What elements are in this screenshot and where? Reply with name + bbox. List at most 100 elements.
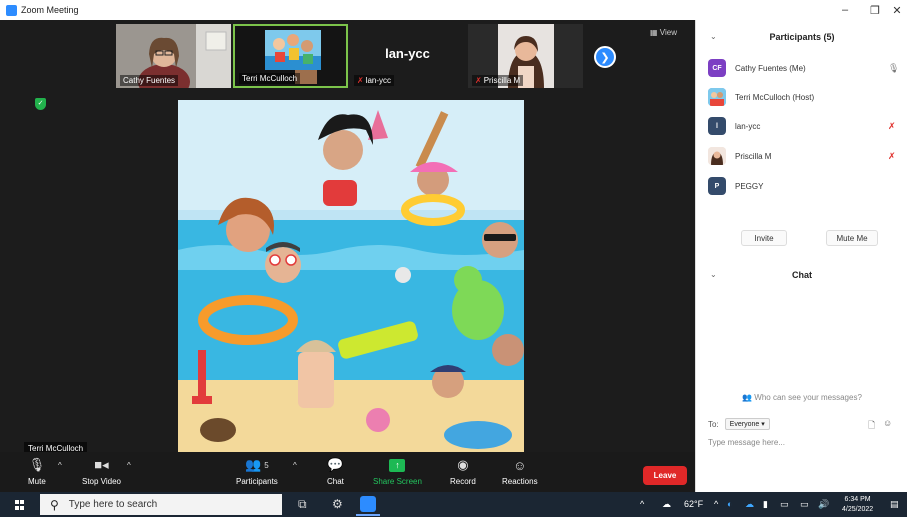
zoom-window: Zoom Meeting – ❐ ✕ Cathy Fuentes Terri M… [0,0,907,517]
chat-header: ⌄ Chat [696,264,907,286]
edge-tray-icon[interactable]: ◐ [727,499,732,509]
grid-icon: ▦ [650,28,660,37]
record-icon: ◉ [457,457,469,472]
people-icon: 👥 [742,393,755,402]
participants-options-caret[interactable]: ^ [293,456,297,474]
mute-me-button[interactable]: Mute Me [826,230,878,246]
chevron-up-icon: ^ [58,460,62,470]
windows-start-icon[interactable] [15,500,25,510]
participant-row[interactable]: Terri McCulloch (Host) [708,87,907,107]
screen-icon[interactable]: ▭ [800,499,809,510]
microphone-icon[interactable]: 🎙 [888,63,899,74]
participant-name: Terri McCulloch (Host) [735,92,815,102]
video-tile-cathy[interactable]: Cathy Fuentes [116,24,231,88]
active-app-indicator [356,514,380,516]
participant-row[interactable]: P PEGGY [708,176,907,196]
participant-name: PEGGY [735,181,764,191]
task-view-icon[interactable]: ⧉ [298,497,307,512]
video-camera-icon: ■◂ [94,457,109,472]
chat-message-input[interactable]: Type message here... [708,438,785,447]
battery-icon[interactable]: ▮ [763,499,768,510]
microphone-icon: 🎙 [28,457,46,472]
video-tile-strip: Cathy Fuentes Terri McCulloch lan-ycc ✗ … [0,22,695,88]
chevron-up-icon: ^ [127,460,131,470]
meeting-toolbar: 🎙 Mute ^ ■◂ Stop Video ^ 👥 5 Participants… [0,452,695,492]
meeting-area: Cathy Fuentes Terri McCulloch lan-ycc ✗ … [0,20,695,492]
reactions-button[interactable]: ☺ Reactions [502,456,538,487]
maximize-button[interactable]: ❐ [860,0,890,20]
video-tile-terri[interactable]: Terri McCulloch [233,24,348,88]
participants-button[interactable]: 👥 5 Participants [236,456,278,486]
minimize-button[interactable]: – [830,0,860,20]
tile-name-label: ✗ lan-ycc [354,75,395,86]
mic-muted-icon[interactable]: ✗ [888,121,896,132]
mic-muted-icon: ✗ [475,76,482,85]
settings-gear-icon[interactable]: ⚙ [332,497,343,511]
participants-icon: 👥 5 [245,457,269,472]
tile-name-label: Terri McCulloch [239,73,301,84]
participant-name: Priscilla M [735,151,772,161]
video-tile-lan-ycc[interactable]: lan-ycc ✗ lan-ycc [350,24,465,88]
mute-button[interactable]: 🎙 Mute [28,456,46,486]
smiley-plus-icon: ☺ [513,457,527,473]
participant-name: lan-ycc [735,121,761,131]
taskbar-search-box[interactable]: ⚲ Type here to search [40,494,282,515]
share-screen-icon: ↑ [389,458,406,472]
stop-video-button[interactable]: ■◂ Stop Video [82,456,121,486]
chevron-right-icon: ❯ [600,51,610,64]
who-can-see-link[interactable]: 👥 Who can see your messages? [696,393,907,402]
temperature-readout[interactable]: 62°F [684,499,703,509]
taskbar-clock[interactable]: 6:34 PM 4/25/2022 [842,495,873,515]
participant-row[interactable]: Priscilla M ✗ [708,146,907,166]
participants-header: ⌄ Participants (5) [696,26,907,48]
shared-screen-image [178,100,524,466]
collapse-chevron-icon[interactable]: ⌄ [710,264,717,286]
video-options-caret[interactable]: ^ [127,456,131,474]
leave-button[interactable]: Leave [643,466,687,485]
recipient-dropdown[interactable]: Everyone ▾ [724,418,770,430]
close-button[interactable]: ✕ [887,0,907,20]
tile-name-label: ✗ Priscilla M [472,75,524,86]
emoji-icon[interactable]: ☺ [883,418,892,428]
video-tile-priscilla[interactable]: ✗ Priscilla M [468,24,583,88]
record-button[interactable]: ◉ Record [450,456,476,486]
avatar: CF [708,59,726,77]
notifications-icon[interactable]: ▤ [890,499,899,510]
avatar: l [708,117,726,135]
window-title: Zoom Meeting [21,5,79,15]
participants-title: Participants (5) [769,32,835,42]
mute-options-caret[interactable]: ^ [58,456,62,474]
zoom-app-icon [6,4,17,16]
share-screen-button[interactable]: ↑ Share Screen [373,456,422,486]
participant-name: Cathy Fuentes (Me) [735,63,806,73]
tray-overflow-icon[interactable]: ^ [640,499,644,509]
weather-icon[interactable]: ☁ [662,499,671,510]
chat-recipient-row: To: Everyone ▾ [708,418,770,430]
tray-chevron-icon[interactable]: ^ [714,499,718,509]
volume-icon[interactable]: 🔊 [818,499,829,510]
avatar [708,88,726,106]
participant-row[interactable]: l lan-ycc ✗ [708,116,907,136]
mic-muted-icon[interactable]: ✗ [888,151,896,162]
windows-taskbar: ⚲ Type here to search ⧉ ⚙ ^ ☁ 62°F ^ ◐ ☁… [0,492,907,517]
chat-bubble-icon: 💬 [327,457,344,472]
avatar: P [708,177,726,195]
to-label: To: [708,419,719,429]
file-icon[interactable]: 🗋 [868,418,875,434]
title-bar: Zoom Meeting – ❐ ✕ [0,0,907,20]
chevron-up-icon: ^ [293,460,297,470]
invite-button[interactable]: Invite [741,230,787,246]
chat-button[interactable]: 💬 Chat [327,456,344,486]
search-icon: ⚲ [50,497,59,512]
participant-row[interactable]: CF Cathy Fuentes (Me) 🎙 [708,58,907,78]
view-button[interactable]: ▦ View [650,28,677,37]
zoom-taskbar-icon[interactable] [360,496,376,512]
tile-big-name: lan-ycc [385,46,430,61]
tile-name-label: Cathy Fuentes [120,75,179,86]
network-icon[interactable]: ▭ [780,499,789,510]
onedrive-icon[interactable]: ☁ [745,499,754,510]
collapse-chevron-icon[interactable]: ⌄ [710,26,717,48]
next-page-button[interactable]: ❯ [594,46,616,68]
encryption-shield-icon[interactable]: ✓ [35,98,46,110]
chat-title: Chat [792,270,812,280]
